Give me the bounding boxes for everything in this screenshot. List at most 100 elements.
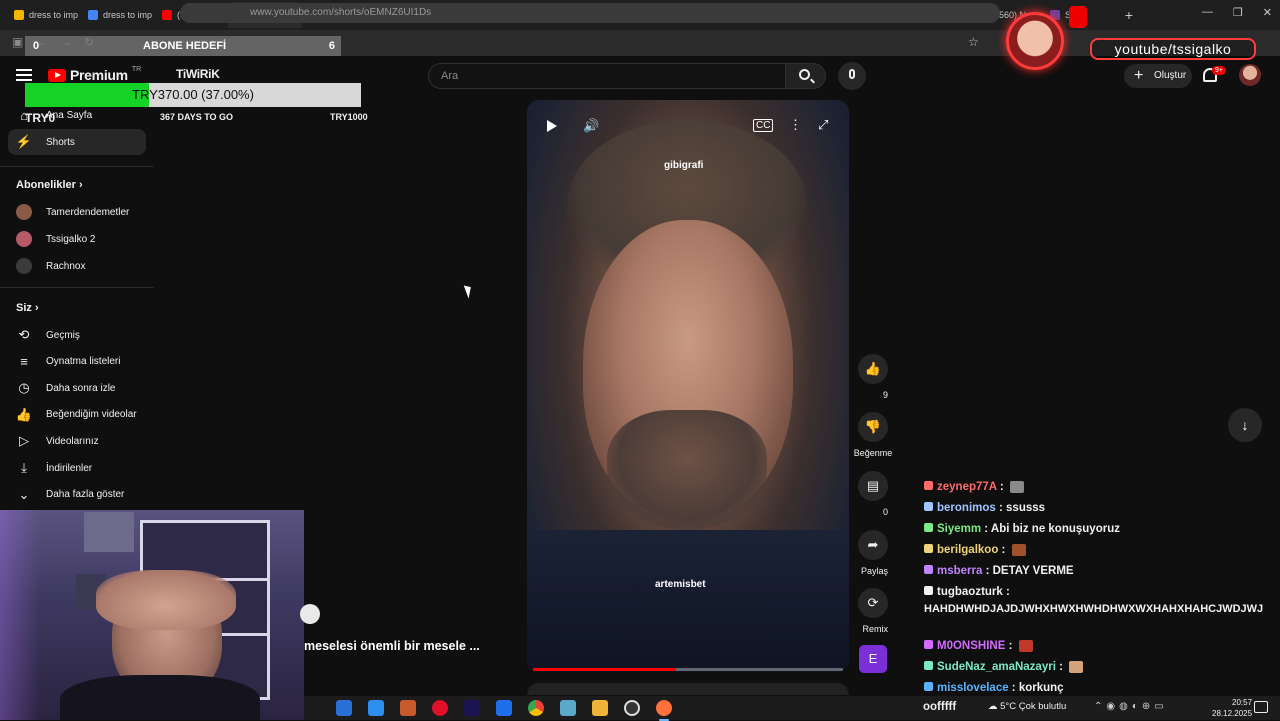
taskbar-premiere-icon[interactable] [464, 700, 480, 716]
sidebar-item-label: Shorts [46, 136, 75, 148]
you-heading[interactable]: Siz › [16, 302, 39, 314]
chat-badge-icon [924, 586, 933, 595]
next-video-arrow-icon[interactable]: ↓ [1228, 408, 1262, 442]
minimize-icon[interactable]: — [1202, 6, 1213, 19]
webcam-person-hands [96, 570, 236, 630]
taskbar-chrome-icon[interactable] [528, 700, 544, 716]
chat-badge-icon [924, 682, 933, 691]
taskbar-opera-icon[interactable] [432, 700, 448, 716]
sidebar-item-video[interactable]: ▷ Videolarınız [8, 428, 146, 454]
share-icon: ➦ [858, 530, 888, 560]
chat-username[interactable]: zeynep77A [937, 481, 997, 493]
chat-username[interactable]: tugbaozturk [937, 586, 1003, 598]
account-avatar[interactable] [1239, 64, 1261, 86]
stream-chat: zeynep77A : beronimos : ssusss Siyemm : A… [918, 470, 1280, 696]
subscriptions-heading[interactable]: Abonelikler › [16, 179, 83, 191]
chat-separator: : [1002, 586, 1010, 598]
sidebar-item-label: İndirilenler [46, 462, 93, 474]
chat-message: HAHDHWHDJAJDJWHXHWXHWHDHWXWXHAHXHAHCJWDJ… [924, 602, 1280, 616]
chevron-right-icon: › [34, 302, 39, 314]
sidebar-channel-item[interactable]: Tamerdendemetler [8, 199, 146, 225]
sidebar-item-history[interactable]: ⟲ Geçmiş [8, 322, 146, 348]
browser-tab[interactable]: dress to imp [6, 2, 80, 28]
sidebar-item-playlist[interactable]: ≡ Oynatma listeleri [8, 349, 146, 375]
taskbar-clock[interactable]: 20:57 28.12.2025 [1212, 697, 1252, 719]
more-options-icon[interactable]: ⋮ [789, 117, 802, 133]
sidebar-item-label: Videolarınız [46, 435, 99, 447]
close-icon[interactable]: ✕ [1263, 6, 1272, 19]
logo-country: TR [131, 65, 142, 73]
chat-separator: : [1008, 682, 1019, 694]
channel-avatar [16, 231, 32, 247]
chat-username[interactable]: misslovelace [937, 682, 1009, 694]
system-tray-icons[interactable]: ⌃◉◍◐⊕▭ [1094, 701, 1168, 712]
taskbar-folder-icon[interactable] [592, 700, 608, 716]
download-icon: ⤓ [21, 460, 27, 475]
video-frame-beard [607, 410, 767, 530]
create-button[interactable]: + Oluştur [1124, 64, 1192, 88]
taskbar-store-icon[interactable] [336, 700, 352, 716]
subscriber-goal-banner: 0 ABONE HEDEFİ 6 [25, 36, 341, 56]
video-progress-bar[interactable] [533, 668, 843, 671]
chat-username[interactable]: M0ONSHINE [937, 640, 1005, 652]
captions-icon[interactable]: CC [753, 119, 774, 132]
search-button[interactable] [786, 63, 826, 89]
taskbar-obs-icon[interactable] [624, 700, 640, 716]
like-button[interactable]: 👍 9 [858, 354, 888, 400]
sidebar-item-shorts[interactable]: ⚡ Shorts [8, 129, 146, 155]
restore-icon[interactable]: ❐ [1233, 6, 1243, 19]
hamburger-menu-icon[interactable] [16, 69, 32, 81]
fullscreen-icon[interactable]: ⤢ [818, 117, 828, 133]
new-tab-icon[interactable]: + [1116, 7, 1142, 23]
search-input[interactable]: Ara [428, 63, 786, 89]
remix-button[interactable]: ⟳ Remix [858, 588, 888, 634]
clock-time: 20:57 [1232, 698, 1253, 707]
sidebar-channel-item[interactable]: Tssigalko 2 [8, 226, 146, 252]
chat-text: ssusss [1006, 502, 1046, 514]
shorts-video-player[interactable]: 🔊 CC ⋮ ⤢ gibigrafi artemisbet [527, 100, 849, 672]
channel-avatar[interactable]: E [859, 645, 887, 673]
taskbar-outlook-icon[interactable] [368, 700, 384, 716]
chat-separator: : [982, 565, 993, 577]
chat-username[interactable]: Siyemm [937, 523, 981, 535]
browser-tab[interactable]: dress to imp [80, 2, 154, 28]
share-label: Paylaş [860, 566, 888, 576]
comments-button[interactable]: ▤ 0 [858, 471, 888, 517]
sidebar-item-chevron-down[interactable]: ⌄ Daha fazla göster [8, 482, 146, 508]
sidebar-item-thumbs-up[interactable]: 👍 Beğendiğim videolar [8, 402, 146, 428]
chat-badge-icon [924, 523, 933, 532]
goal-start-amount: TRY0 [25, 111, 56, 125]
shorts-icon: ⚡ [15, 134, 33, 149]
share-button[interactable]: ➦ Paylaş [858, 530, 888, 576]
sidebar-channel-item[interactable]: Rachnox [8, 253, 146, 279]
taskbar-firefox-icon[interactable] [656, 700, 672, 721]
donation-goal-title: TiWiRiK [176, 67, 220, 81]
dislike-button[interactable]: 👎 Beğenme [854, 412, 892, 458]
youtube-logo[interactable]: Premium TR [48, 65, 142, 83]
playlist-icon: ≡ [20, 354, 28, 370]
you-heading-label: Siz [16, 302, 32, 314]
notification-center-icon[interactable] [1254, 701, 1268, 713]
sidebar-toggle-icon[interactable]: ▣ [12, 35, 23, 49]
chat-username[interactable]: SudeNaz_amaNazayri [937, 661, 1056, 673]
taskbar-app-icon[interactable] [496, 700, 512, 716]
voice-search-button[interactable] [838, 62, 866, 90]
taskbar-app-icon[interactable] [400, 700, 416, 716]
sidebar-item-download[interactable]: ⤓ İndirilenler [8, 455, 146, 481]
youtube-badge-icon [1069, 6, 1087, 28]
url-field[interactable]: www.youtube.com/shorts/oEMNZ6UI1Ds [180, 3, 1000, 23]
chat-username[interactable]: beronimos [937, 502, 996, 514]
taskbar-weather[interactable]: ☁ 5°C Çok bulutlu [988, 701, 1066, 712]
bookmark-star-icon[interactable]: ☆ [968, 35, 979, 49]
chat-username[interactable]: msberra [937, 565, 982, 577]
next-short-preview[interactable] [527, 683, 849, 695]
play-icon[interactable] [547, 120, 557, 132]
comment-count: 0 [882, 507, 888, 517]
volume-icon[interactable]: 🔊 [583, 118, 599, 134]
chat-username[interactable]: berilgalkoo [937, 544, 998, 556]
sidebar-item-label: Tssigalko 2 [46, 233, 96, 245]
chevron-right-icon: › [78, 179, 83, 191]
create-label: Oluştur [1154, 70, 1187, 81]
taskbar-app-icon[interactable] [560, 700, 576, 716]
sidebar-item-clock[interactable]: ◷ Daha sonra izle [8, 375, 146, 401]
